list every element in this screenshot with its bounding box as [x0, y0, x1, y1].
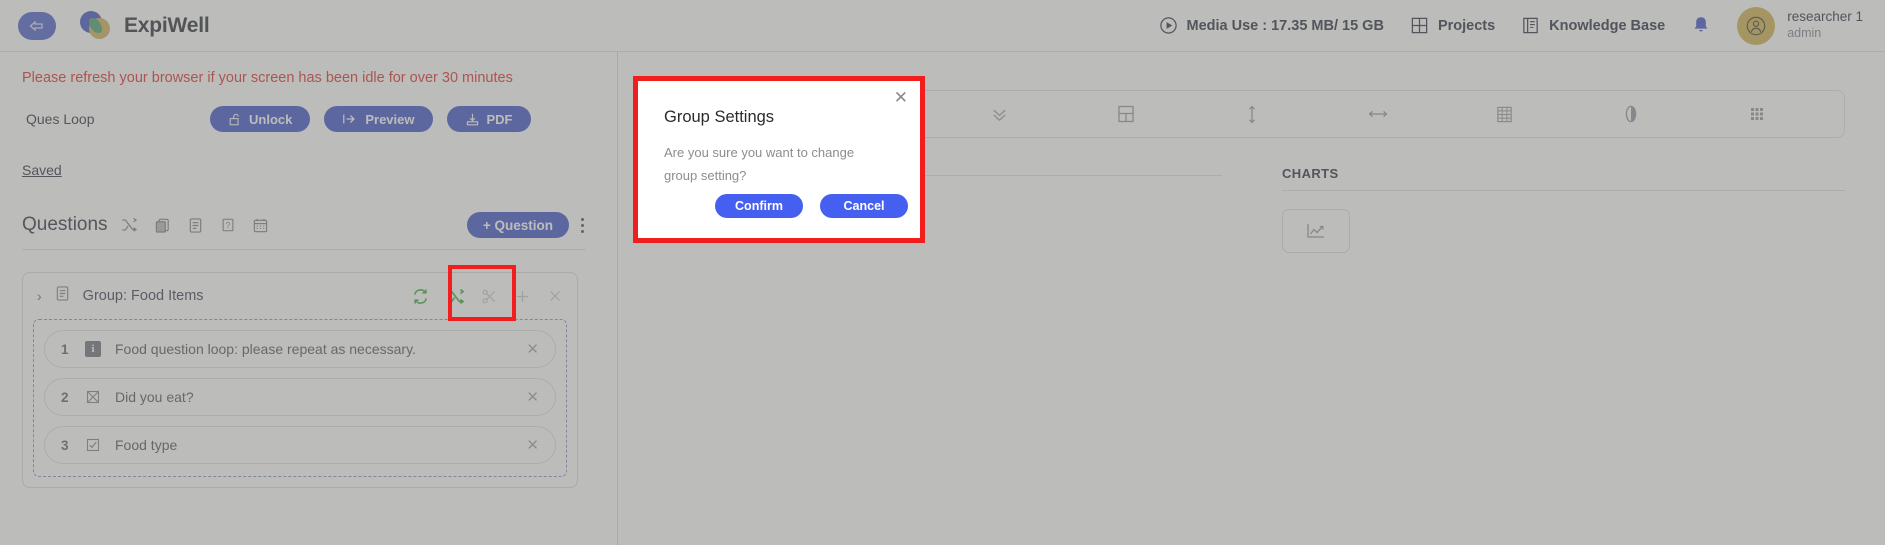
app-header: ExpiWell Media Use : 17.35 MB/ 15 GB Pro… [0, 0, 1885, 52]
checkbox-icon [85, 437, 101, 453]
group-header[interactable]: › Group: Food Items [23, 265, 577, 321]
scissors-icon[interactable] [481, 288, 498, 305]
table-image-icon[interactable] [1441, 105, 1567, 124]
question-text: Did you eat? [115, 389, 194, 405]
page-icon[interactable] [187, 217, 204, 234]
notifications-button[interactable] [1691, 15, 1711, 36]
media-use-indicator[interactable]: Media Use : 17.35 MB/ 15 GB [1159, 16, 1384, 35]
back-button[interactable] [18, 11, 56, 40]
expiwell-logo-icon [80, 10, 114, 41]
confirm-button[interactable]: Confirm [715, 194, 803, 218]
back-arrow-icon [29, 20, 43, 31]
questions-header: Questions ? + Question [22, 212, 586, 238]
unlock-label: Unlock [249, 111, 293, 127]
list-item[interactable]: 1 i Food question loop: please repeat as… [44, 330, 556, 368]
media-use-label: Media Use : 17.35 MB/ 15 GB [1186, 17, 1384, 34]
column-rule [1282, 190, 1845, 191]
column-title: CHARTS [1282, 166, 1339, 181]
list-icon [54, 285, 71, 307]
vertical-resize-icon[interactable] [1189, 104, 1315, 125]
user-icon [1746, 16, 1766, 35]
add-question-button[interactable]: + Question [466, 212, 569, 238]
projects-label: Projects [1437, 17, 1496, 34]
dialog-title: Group Settings [664, 108, 775, 126]
group-title: Group: Food Items [82, 288, 204, 304]
knowledge-base-link[interactable]: Knowledge Base [1521, 16, 1665, 35]
chevron-right-icon[interactable]: › [37, 288, 42, 304]
dialog-message: Are you sure you want to change group se… [664, 145, 855, 183]
questions-divider [22, 249, 586, 250]
chevrons-down-icon[interactable] [936, 105, 1062, 124]
ques-loop-label: Ques Loop [26, 111, 95, 127]
projects-link[interactable]: Projects [1410, 16, 1495, 35]
pdf-button[interactable]: PDF [446, 106, 531, 132]
group-card: › Group: Food Items 1 i Food question lo… [22, 265, 578, 488]
grid-icon[interactable] [1694, 105, 1820, 123]
projects-grid-icon [1410, 16, 1429, 35]
questions-title: Questions [22, 214, 108, 235]
avatar [1737, 6, 1776, 45]
chart-tile[interactable] [1282, 209, 1350, 253]
media-play-icon [1159, 16, 1178, 35]
brand-name: ExpiWell [124, 13, 210, 37]
remove-question-icon[interactable]: ✕ [526, 388, 539, 406]
user-menu[interactable]: researcher 1 admin [1737, 6, 1863, 45]
dialog-actions: Confirm Cancel [638, 194, 908, 218]
close-icon[interactable] [547, 288, 563, 304]
group-questions-zone: 1 i Food question loop: please repeat as… [33, 319, 567, 477]
questions-toolbar: ? [120, 216, 269, 234]
shuffle-icon[interactable] [120, 216, 138, 234]
user-meta: researcher 1 admin [1787, 9, 1863, 42]
multiple-choice-icon [85, 389, 101, 405]
header-right: Media Use : 17.35 MB/ 15 GB Projects Kno… [1159, 6, 1885, 45]
pdf-label: PDF [486, 111, 513, 127]
question-number: 2 [61, 389, 69, 405]
question-number: 3 [61, 437, 69, 453]
help-icon[interactable]: ? [220, 217, 236, 233]
unlock-button[interactable]: Unlock [210, 106, 311, 132]
saved-link[interactable]: Saved [22, 162, 62, 178]
contrast-icon[interactable] [1568, 104, 1694, 124]
user-role: admin [1787, 26, 1822, 41]
user-name: researcher 1 [1787, 9, 1863, 25]
app-root: ExpiWell Media Use : 17.35 MB/ 15 GB Pro… [0, 0, 1885, 545]
cancel-button[interactable]: Cancel [820, 194, 908, 218]
question-text: Food question loop: please repeat as nec… [115, 341, 416, 357]
bell-icon [1694, 17, 1708, 32]
list-item[interactable]: 3 Food type ✕ [44, 426, 556, 464]
pdf-icon [466, 113, 478, 125]
knowledge-base-label: Knowledge Base [1549, 17, 1666, 34]
ques-loop-row: Ques Loop Unlock Preview PDF [0, 106, 617, 132]
preview-icon [343, 114, 356, 124]
chart-icon [1307, 224, 1324, 238]
close-icon[interactable]: ✕ [894, 89, 908, 106]
dialog-body: ✕ Group Settings Are you sure you want t… [638, 81, 920, 238]
list-item[interactable]: 2 Did you eat? ✕ [44, 378, 556, 416]
layout-icon[interactable] [1063, 104, 1189, 124]
column-charts: CHARTS [1262, 166, 1845, 253]
loop-icon[interactable] [411, 287, 430, 306]
group-settings-dialog: ✕ Group Settings Are you sure you want t… [633, 76, 925, 243]
brand: ExpiWell [80, 10, 210, 41]
book-icon [1521, 16, 1540, 35]
preview-label: Preview [365, 111, 415, 127]
group-actions [411, 287, 567, 306]
idle-warning: Please refresh your browser if your scre… [22, 70, 513, 86]
remove-question-icon[interactable]: ✕ [526, 436, 539, 454]
left-panel: Please refresh your browser if your scre… [0, 52, 618, 545]
horizontal-resize-icon[interactable] [1315, 106, 1441, 122]
svg-text:?: ? [225, 221, 230, 230]
more-options-icon[interactable] [581, 217, 584, 233]
info-icon: i [85, 341, 101, 357]
copy-icon[interactable] [154, 217, 171, 234]
add-icon[interactable] [514, 288, 531, 305]
remove-question-icon[interactable]: ✕ [526, 340, 539, 358]
preview-button[interactable]: Preview [324, 106, 433, 132]
calendar-icon[interactable] [252, 217, 269, 234]
question-number: 1 [61, 341, 69, 357]
unlock-icon [229, 113, 239, 125]
question-text: Food type [115, 437, 178, 453]
group-shuffle-icon[interactable] [446, 287, 465, 306]
